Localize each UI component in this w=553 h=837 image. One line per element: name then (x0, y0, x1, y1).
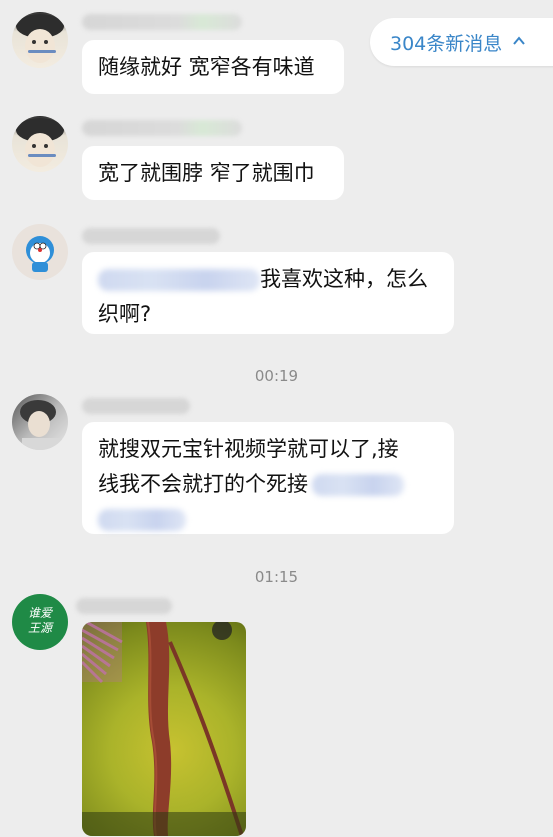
message-bubble[interactable]: 我喜欢这种，怎么 织啊? (82, 252, 454, 334)
message-text-line2: 线我不会就打的个死接 (98, 472, 308, 496)
avatar[interactable]: 谁爱 王源 (12, 594, 68, 650)
timestamp: 00:19 (254, 367, 299, 385)
message-text-line1: 我喜欢这种，怎么 (260, 267, 428, 291)
sender-name (76, 598, 172, 614)
blurred-text (98, 269, 260, 291)
message-photo[interactable] (82, 622, 246, 836)
message-bubble[interactable]: 就搜双元宝针视频学就可以了,接 线我不会就打的个死接 (82, 422, 454, 534)
sender-name (82, 228, 220, 244)
message-bubble[interactable]: 宽了就围脖 窄了就围巾 (82, 146, 344, 200)
sender-name (82, 398, 190, 414)
avatar-text: 谁爱 王源 (27, 606, 52, 635)
message-bubble[interactable]: 随缘就好 宽窄各有味道 (82, 40, 344, 94)
message-text: 随缘就好 宽窄各有味道 (98, 55, 315, 79)
blurred-text (98, 509, 186, 531)
chat-view[interactable]: 304条新消息 随缘就好 宽窄各有味道 宽了就围脖 窄了就围巾 我喜欢这种，怎么… (0, 0, 553, 837)
chevron-up-icon (512, 33, 526, 52)
avatar[interactable] (12, 116, 68, 172)
sender-name (82, 14, 242, 30)
sender-name (82, 120, 242, 136)
message-text: 宽了就围脖 窄了就围巾 (98, 161, 315, 185)
message-text-line1: 就搜双元宝针视频学就可以了,接 (98, 437, 399, 461)
avatar[interactable] (12, 394, 68, 450)
blurred-text (312, 474, 404, 496)
message-text-line2: 织啊? (98, 302, 152, 326)
avatar[interactable] (12, 224, 68, 280)
new-messages-button[interactable]: 304条新消息 (370, 18, 553, 66)
avatar[interactable] (12, 12, 68, 68)
new-messages-label: 304条新消息 (390, 32, 503, 55)
timestamp: 01:15 (254, 568, 299, 586)
